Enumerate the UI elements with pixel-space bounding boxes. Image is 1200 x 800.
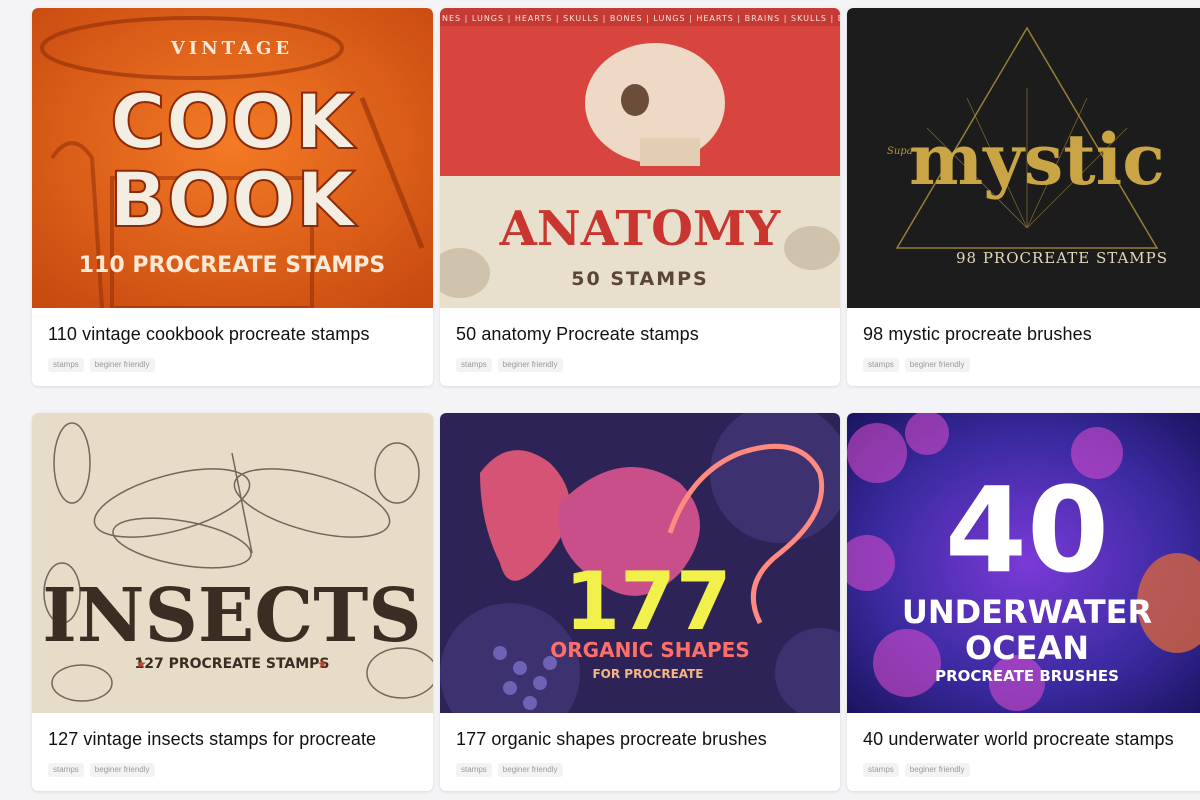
product-thumbnail[interactable]: Supa mystic 98 PROCREATE STAMPS — [847, 8, 1200, 308]
product-title[interactable]: 40 underwater world procreate stamps — [863, 729, 1174, 750]
tag[interactable]: beginer friendly — [497, 763, 563, 777]
tag-list: stamps beginer friendly — [48, 763, 155, 777]
tag[interactable]: beginer friendly — [904, 358, 970, 372]
tag-list: stamps beginer friendly — [456, 358, 563, 372]
art-line2: FOR PROCREATE — [592, 667, 703, 681]
art-banner: NES | LUNGS | HEARTS | SKULLS | BONES | … — [442, 14, 840, 23]
product-thumbnail[interactable]: 177 ORGANIC SHAPES FOR PROCREATE — [440, 413, 840, 713]
product-title[interactable]: 50 anatomy Procreate stamps — [456, 324, 699, 345]
product-title[interactable]: 98 mystic procreate brushes — [863, 324, 1092, 345]
art-caption: 50 STAMPS — [571, 268, 708, 290]
product-title[interactable]: 127 vintage insects stamps for procreate — [48, 729, 376, 750]
product-card[interactable]: 40 UNDERWATER OCEAN PROCREATE BRUSHES 40… — [847, 413, 1200, 791]
art-caption: 127 PROCREATE STAMPS — [134, 656, 329, 672]
product-card[interactable]: NES | LUNGS | HEARTS | SKULLS | BONES | … — [440, 8, 840, 386]
tag[interactable]: beginer friendly — [89, 763, 155, 777]
art-line2: OCEAN — [965, 629, 1089, 667]
art-line1: COOK — [110, 77, 357, 166]
svg-text:★: ★ — [136, 657, 147, 671]
tag-list: stamps beginer friendly — [48, 358, 155, 372]
art-caption: 110 PROCREATE STAMPS — [79, 253, 386, 278]
art-headline: INSECTS — [42, 573, 422, 659]
tag[interactable]: beginer friendly — [904, 763, 970, 777]
product-thumbnail[interactable]: VINTAGE COOK BOOK 110 PROCREATE STAMPS — [32, 8, 433, 308]
tag-list: stamps beginer friendly — [863, 358, 970, 372]
product-thumbnail[interactable]: NES | LUNGS | HEARTS | SKULLS | BONES | … — [440, 8, 840, 308]
tag[interactable]: stamps — [863, 358, 899, 372]
tag-list: stamps beginer friendly — [863, 763, 970, 777]
product-card[interactable]: Supa mystic 98 PROCREATE STAMPS 98 mysti… — [847, 8, 1200, 386]
product-thumbnail[interactable]: INSECTS 127 PROCREATE STAMPS ★ ★ — [32, 413, 433, 713]
art-line1: ORGANIC SHAPES — [550, 638, 749, 662]
art-number: 40 — [945, 461, 1109, 599]
tag[interactable]: beginer friendly — [497, 358, 563, 372]
art-headline: mystic — [909, 118, 1165, 201]
art-headline: ANATOMY — [499, 201, 781, 257]
product-thumbnail[interactable]: 40 UNDERWATER OCEAN PROCREATE BRUSHES — [847, 413, 1200, 713]
tag[interactable]: stamps — [48, 358, 84, 372]
tag-list: stamps beginer friendly — [456, 763, 563, 777]
art-line3: PROCREATE BRUSHES — [935, 667, 1119, 685]
product-card[interactable]: INSECTS 127 PROCREATE STAMPS ★ ★ 127 vin… — [32, 413, 433, 791]
tag[interactable]: stamps — [456, 763, 492, 777]
art-caption: 98 PROCREATE STAMPS — [956, 249, 1168, 267]
product-title[interactable]: 110 vintage cookbook procreate stamps — [48, 324, 370, 345]
tag[interactable]: beginer friendly — [89, 358, 155, 372]
product-card[interactable]: VINTAGE COOK BOOK 110 PROCREATE STAMPS 1… — [32, 8, 433, 386]
tag[interactable]: stamps — [863, 763, 899, 777]
art-kicker: VINTAGE — [170, 38, 293, 59]
product-card[interactable]: 177 ORGANIC SHAPES FOR PROCREATE 177 org… — [440, 413, 840, 791]
svg-text:★: ★ — [317, 657, 328, 671]
product-title[interactable]: 177 organic shapes procreate brushes — [456, 729, 767, 750]
tag[interactable]: stamps — [456, 358, 492, 372]
art-number: 177 — [565, 555, 732, 648]
art-line1: UNDERWATER — [902, 593, 1152, 631]
art-line2: BOOK — [109, 155, 358, 244]
tag[interactable]: stamps — [48, 763, 84, 777]
